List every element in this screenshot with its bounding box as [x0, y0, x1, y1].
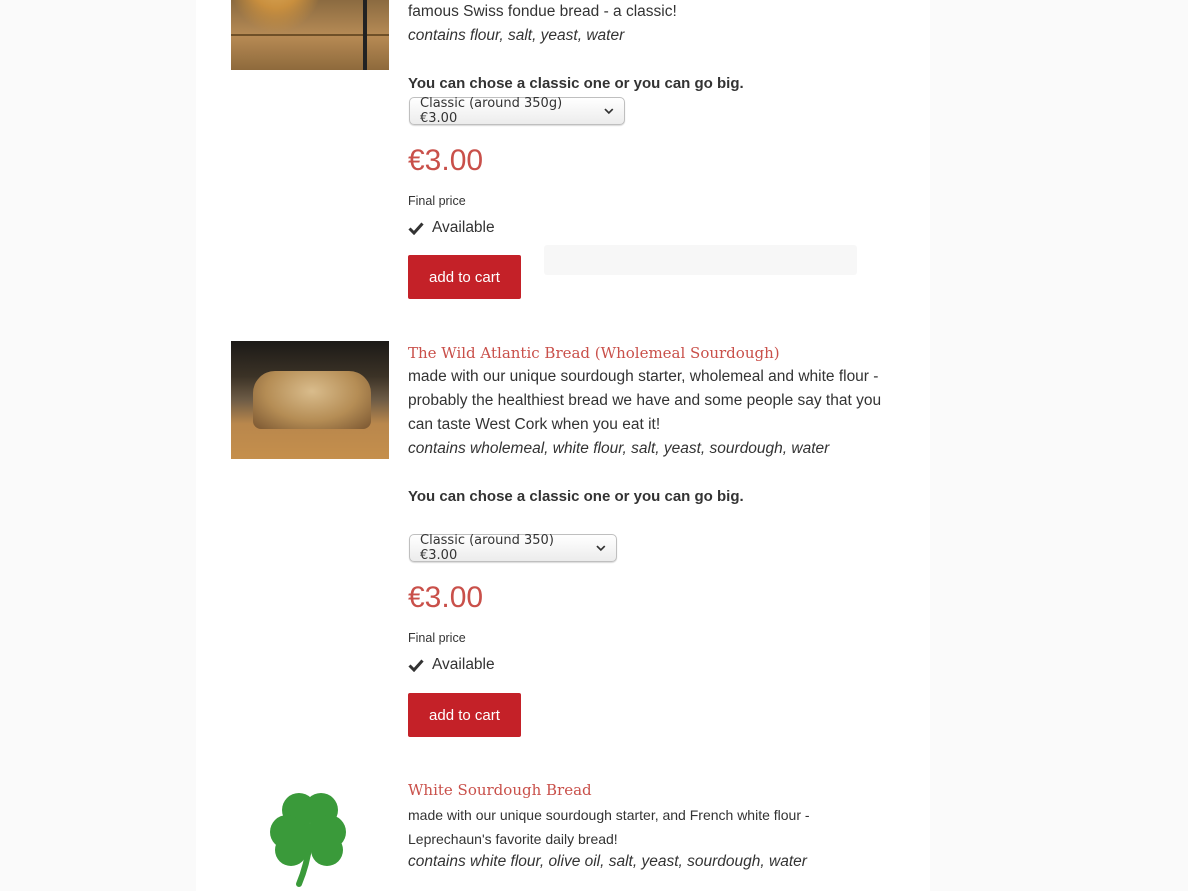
product-list: famous Swiss fondue bread - a classic! c…: [196, 0, 930, 891]
add-to-cart-button[interactable]: add to cart: [408, 693, 521, 737]
product-title[interactable]: White Sourdough Bread: [408, 778, 592, 802]
product-image[interactable]: [231, 341, 389, 459]
product-ingredients: contains flour, salt, yeast, water: [408, 27, 625, 44]
size-select-value: Classic (around 350) €3.00: [420, 533, 554, 563]
check-icon: [408, 222, 424, 235]
chevron-down-icon: [596, 545, 606, 552]
final-price-label: Final price: [408, 194, 466, 208]
size-select[interactable]: Classic (around 350g) €3.00: [409, 96, 625, 126]
product-swiss-fondue: famous Swiss fondue bread - a classic! c…: [196, 0, 930, 300]
size-select-value: Classic (around 350g) €3.00: [420, 96, 563, 126]
product-description-line: Leprechaun's favorite daily bread!: [408, 831, 618, 847]
size-select[interactable]: Classic (around 350) €3.00: [409, 533, 617, 563]
product-title[interactable]: The Wild Atlantic Bread (Wholemeal Sourd…: [408, 341, 780, 365]
product-image[interactable]: [231, 778, 389, 891]
final-price-label: Final price: [408, 631, 466, 645]
quantity-placeholder: [544, 245, 857, 275]
add-to-cart-button[interactable]: add to cart: [408, 255, 521, 299]
size-prompt: You can chose a classic one or you can g…: [408, 488, 744, 505]
product-description-line: made with our unique sourdough starter, …: [408, 368, 879, 385]
chevron-down-icon: [604, 108, 614, 115]
size-prompt: You can chose a classic one or you can g…: [408, 75, 744, 92]
product-ingredients: contains white flour, olive oil, salt, y…: [408, 853, 807, 870]
product-description-line: probably the healthiest bread we have an…: [408, 392, 882, 409]
shamrock-icon: [270, 792, 346, 887]
product-wild-atlantic: The Wild Atlantic Bread (Wholemeal Sourd…: [196, 341, 930, 741]
product-description: famous Swiss fondue bread - a classic!: [408, 3, 677, 20]
product-white-sourdough: White Sourdough Bread made with our uniq…: [196, 778, 930, 891]
availability-status: Available: [408, 219, 495, 237]
product-image[interactable]: [231, 0, 389, 70]
product-description-line: made with our unique sourdough starter, …: [408, 807, 810, 823]
product-ingredients: contains wholemeal, white flour, salt, y…: [408, 440, 830, 457]
availability-label: Available: [432, 656, 495, 673]
product-description-line: can taste West Cork when you eat it!: [408, 416, 661, 433]
availability-status: Available: [408, 656, 495, 674]
availability-label: Available: [432, 219, 495, 236]
product-price: €3.00: [408, 144, 484, 177]
product-price: €3.00: [408, 581, 484, 614]
check-icon: [408, 659, 424, 672]
